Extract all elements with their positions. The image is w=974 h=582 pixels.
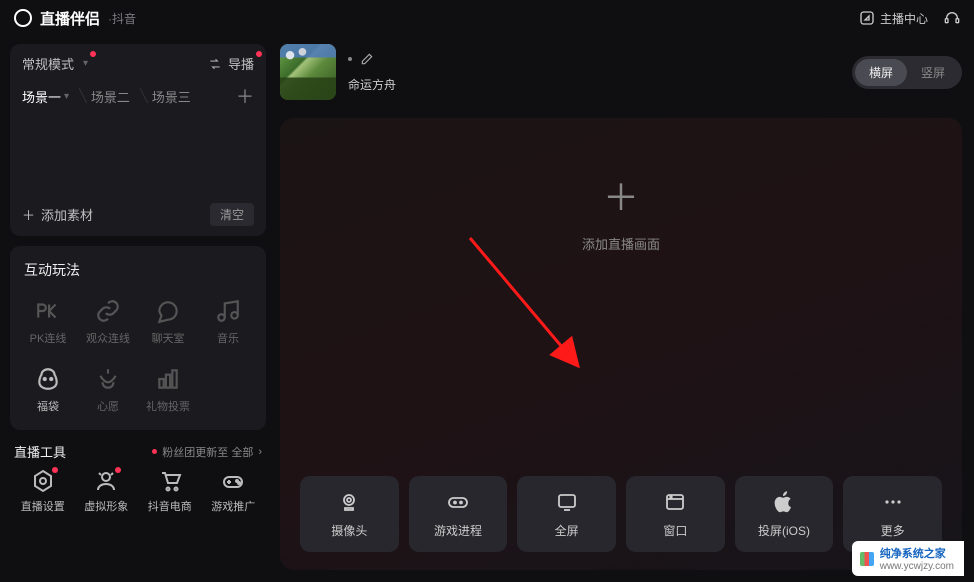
title-bar: 直播伴侣 ·抖音 主播中心 — [0, 0, 974, 36]
link-icon — [95, 298, 121, 324]
chevron-right-icon: › — [258, 446, 262, 458]
notification-dot — [52, 467, 58, 473]
scene-tab-3[interactable]: 场景三 — [152, 87, 191, 106]
vote-icon — [155, 366, 181, 392]
stream-info-bar: 命运方舟 横屏 竖屏 — [280, 44, 962, 100]
support-button[interactable] — [944, 10, 960, 26]
interact-pk[interactable]: PK连线 — [22, 292, 74, 352]
gear-hex-icon — [31, 469, 55, 493]
pk-icon — [35, 298, 61, 324]
director-button[interactable]: 导播 — [208, 54, 254, 73]
source-buttons-row: 摄像头 游戏进程 全屏 窗口 投屏(iOS) — [300, 476, 942, 552]
app-logo-icon — [14, 9, 32, 27]
edit-icon[interactable] — [360, 52, 374, 66]
window-icon — [663, 490, 687, 514]
scene-panel: 常规模式 ▾ 导播 场景一▾ ╲ 场景二 ╲ 场景三 ＋ — [10, 44, 266, 236]
interact-music[interactable]: 音乐 — [202, 292, 254, 352]
watermark: 纯净系统之家 www.ycwjzy.com — [852, 541, 964, 576]
music-icon — [215, 298, 241, 324]
scene-tab-2[interactable]: 场景二 — [91, 87, 130, 106]
stream-title: 命运方舟 — [348, 76, 396, 93]
plus-icon: ＋ — [603, 180, 639, 216]
interact-wish[interactable]: 心愿 — [82, 360, 134, 420]
host-center-label: 主播中心 — [880, 10, 928, 27]
add-scene-button[interactable]: ＋ — [236, 83, 254, 109]
orient-horizontal[interactable]: 横屏 — [855, 59, 907, 86]
tool-settings[interactable]: 直播设置 — [14, 469, 72, 514]
gamepad-icon — [446, 490, 470, 514]
interact-giftvote[interactable]: 礼物投票 — [142, 360, 194, 420]
notification-dot — [256, 51, 262, 57]
main-content: 命运方舟 横屏 竖屏 ＋ 添加直播画面 摄像头 — [276, 36, 974, 582]
headset-icon — [944, 10, 960, 26]
tools-title: 直播工具 — [14, 442, 66, 461]
chat-icon — [155, 298, 181, 324]
bag-icon — [35, 366, 61, 392]
swap-icon — [208, 57, 222, 71]
stream-thumbnail[interactable] — [280, 44, 336, 100]
interact-audience[interactable]: 观众连线 — [82, 292, 134, 352]
mode-label: 常规模式 — [22, 54, 74, 73]
chevron-down-icon: ▾ — [64, 91, 69, 102]
source-game[interactable]: 游戏进程 — [409, 476, 508, 552]
annotation-arrow — [280, 118, 960, 478]
tool-avatar[interactable]: 虚拟形象 — [78, 469, 136, 514]
wish-icon — [95, 366, 121, 392]
scene-tab-1[interactable]: 场景一▾ — [22, 87, 69, 106]
status-dot-icon — [348, 57, 352, 61]
compass-icon — [859, 10, 875, 26]
add-canvas-label: 添加直播画面 — [582, 234, 660, 253]
cart-icon — [158, 469, 182, 493]
director-label: 导播 — [228, 54, 254, 73]
source-fullscreen[interactable]: 全屏 — [517, 476, 616, 552]
app-title: 直播伴侣 — [40, 8, 100, 29]
interact-title: 互动玩法 — [22, 256, 254, 284]
tools-sub-link[interactable]: 粉丝团更新至 全部 › — [152, 444, 262, 460]
notification-dot — [152, 449, 157, 454]
clear-button[interactable]: 清空 — [210, 203, 254, 226]
interact-panel: 互动玩法 PK连线 观众连线 聊天室 音乐 — [10, 246, 266, 430]
sidebar: 常规模式 ▾ 导播 场景一▾ ╲ 场景二 ╲ 场景三 ＋ — [0, 36, 276, 582]
monitor-icon — [555, 490, 579, 514]
add-material-button[interactable]: ＋ 添加素材 — [22, 205, 93, 224]
plus-icon: ＋ — [22, 205, 35, 224]
orient-vertical[interactable]: 竖屏 — [907, 59, 959, 86]
tool-ecom[interactable]: 抖音电商 — [141, 469, 199, 514]
watermark-logo-icon — [860, 552, 874, 566]
scene-tabs: 场景一▾ ╲ 场景二 ╲ 场景三 ＋ — [22, 83, 254, 109]
notification-dot — [115, 467, 121, 473]
apple-icon — [772, 490, 796, 514]
host-center-button[interactable]: 主播中心 — [859, 10, 928, 27]
preview-canvas: ＋ 添加直播画面 摄像头 游戏进程 全屏 窗口 — [280, 118, 962, 570]
tool-gamepromo[interactable]: 游戏推广 — [205, 469, 263, 514]
scene-content-area — [22, 109, 254, 199]
interact-lucky[interactable]: 福袋 — [22, 360, 74, 420]
more-icon — [881, 490, 905, 514]
interact-chat[interactable]: 聊天室 — [142, 292, 194, 352]
tools-panel: 直播工具 粉丝团更新至 全部 › 直播设置 虚拟形象 — [10, 440, 266, 514]
mode-dropdown[interactable]: 常规模式 ▾ — [22, 54, 88, 73]
source-camera[interactable]: 摄像头 — [300, 476, 399, 552]
avatar-icon — [94, 469, 118, 493]
source-ios[interactable]: 投屏(iOS) — [735, 476, 834, 552]
add-material-label: 添加素材 — [41, 205, 93, 224]
app-subtitle: ·抖音 — [108, 10, 136, 27]
chevron-down-icon: ▾ — [83, 58, 88, 69]
camera-icon — [337, 490, 361, 514]
orientation-toggle: 横屏 竖屏 — [852, 56, 962, 89]
source-window[interactable]: 窗口 — [626, 476, 725, 552]
gamepad-icon — [221, 469, 245, 493]
add-canvas-button[interactable]: ＋ 添加直播画面 — [300, 180, 942, 253]
notification-dot — [90, 51, 96, 57]
